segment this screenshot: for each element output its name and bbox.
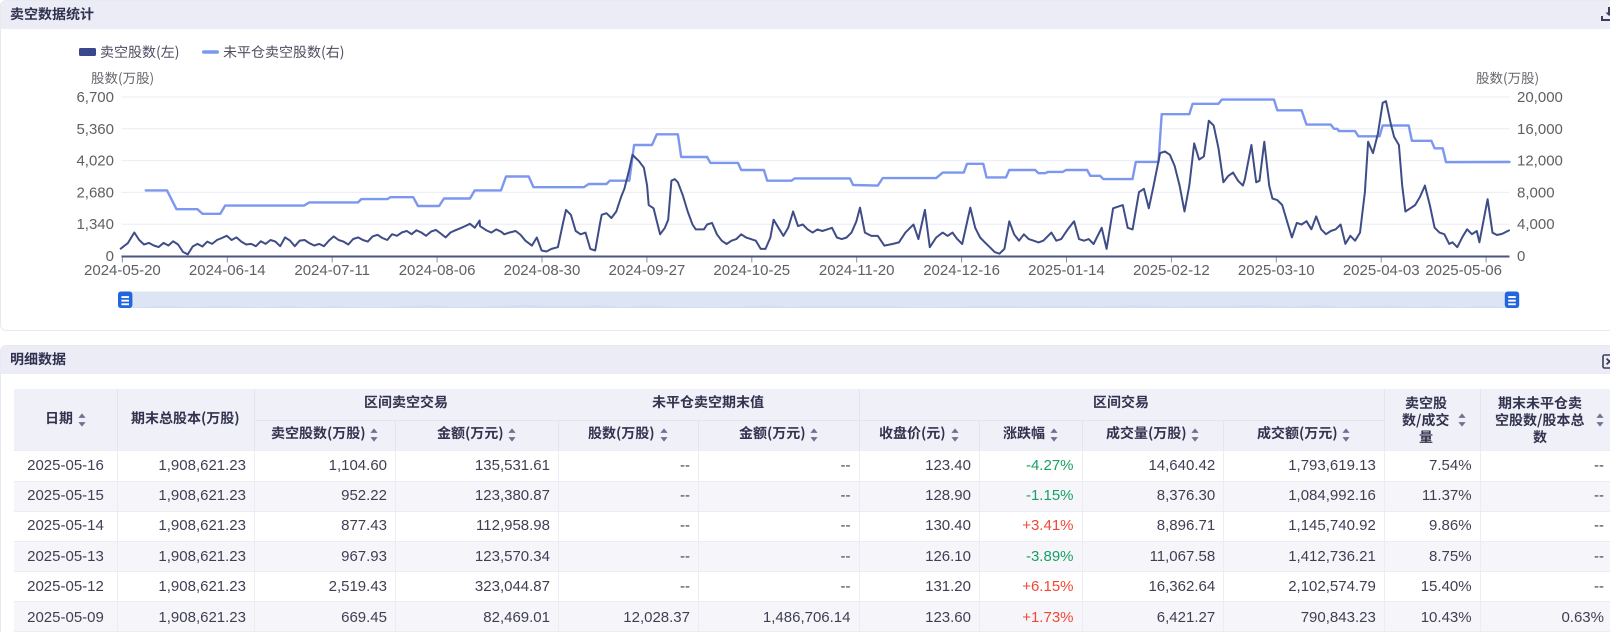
svg-text:2024-12-16: 2024-12-16 [923, 262, 1000, 279]
svg-text:2025-05-06: 2025-05-06 [1425, 262, 1502, 279]
svg-text:16,000: 16,000 [1517, 121, 1563, 138]
svg-text:12,000: 12,000 [1517, 153, 1563, 170]
svg-text:2025-04-03: 2025-04-03 [1343, 262, 1420, 279]
svg-text:2024-11-20: 2024-11-20 [819, 262, 895, 279]
svg-text:2024-10-25: 2024-10-25 [713, 262, 790, 279]
svg-text:2024-09-27: 2024-09-27 [609, 262, 686, 279]
svg-text:4,020: 4,020 [76, 153, 114, 170]
svg-text:8,000: 8,000 [1517, 184, 1555, 201]
svg-text:6,700: 6,700 [76, 89, 114, 106]
svg-text:2024-06-14: 2024-06-14 [189, 262, 266, 279]
svg-text:2024-08-30: 2024-08-30 [504, 262, 581, 279]
svg-text:4,000: 4,000 [1517, 216, 1555, 233]
svg-text:20,000: 20,000 [1517, 89, 1563, 106]
svg-text:2,680: 2,680 [76, 184, 114, 201]
svg-text:1,340: 1,340 [76, 216, 114, 233]
svg-text:2024-08-06: 2024-08-06 [399, 262, 476, 279]
svg-text:5,360: 5,360 [76, 121, 114, 138]
svg-text:2025-02-12: 2025-02-12 [1133, 262, 1210, 279]
svg-text:2025-03-10: 2025-03-10 [1238, 262, 1315, 279]
svg-text:2024-05-20: 2024-05-20 [84, 262, 161, 279]
svg-text:2025-01-14: 2025-01-14 [1028, 262, 1105, 279]
svg-text:0: 0 [1517, 248, 1525, 265]
svg-text:2024-07-11: 2024-07-11 [294, 262, 370, 279]
